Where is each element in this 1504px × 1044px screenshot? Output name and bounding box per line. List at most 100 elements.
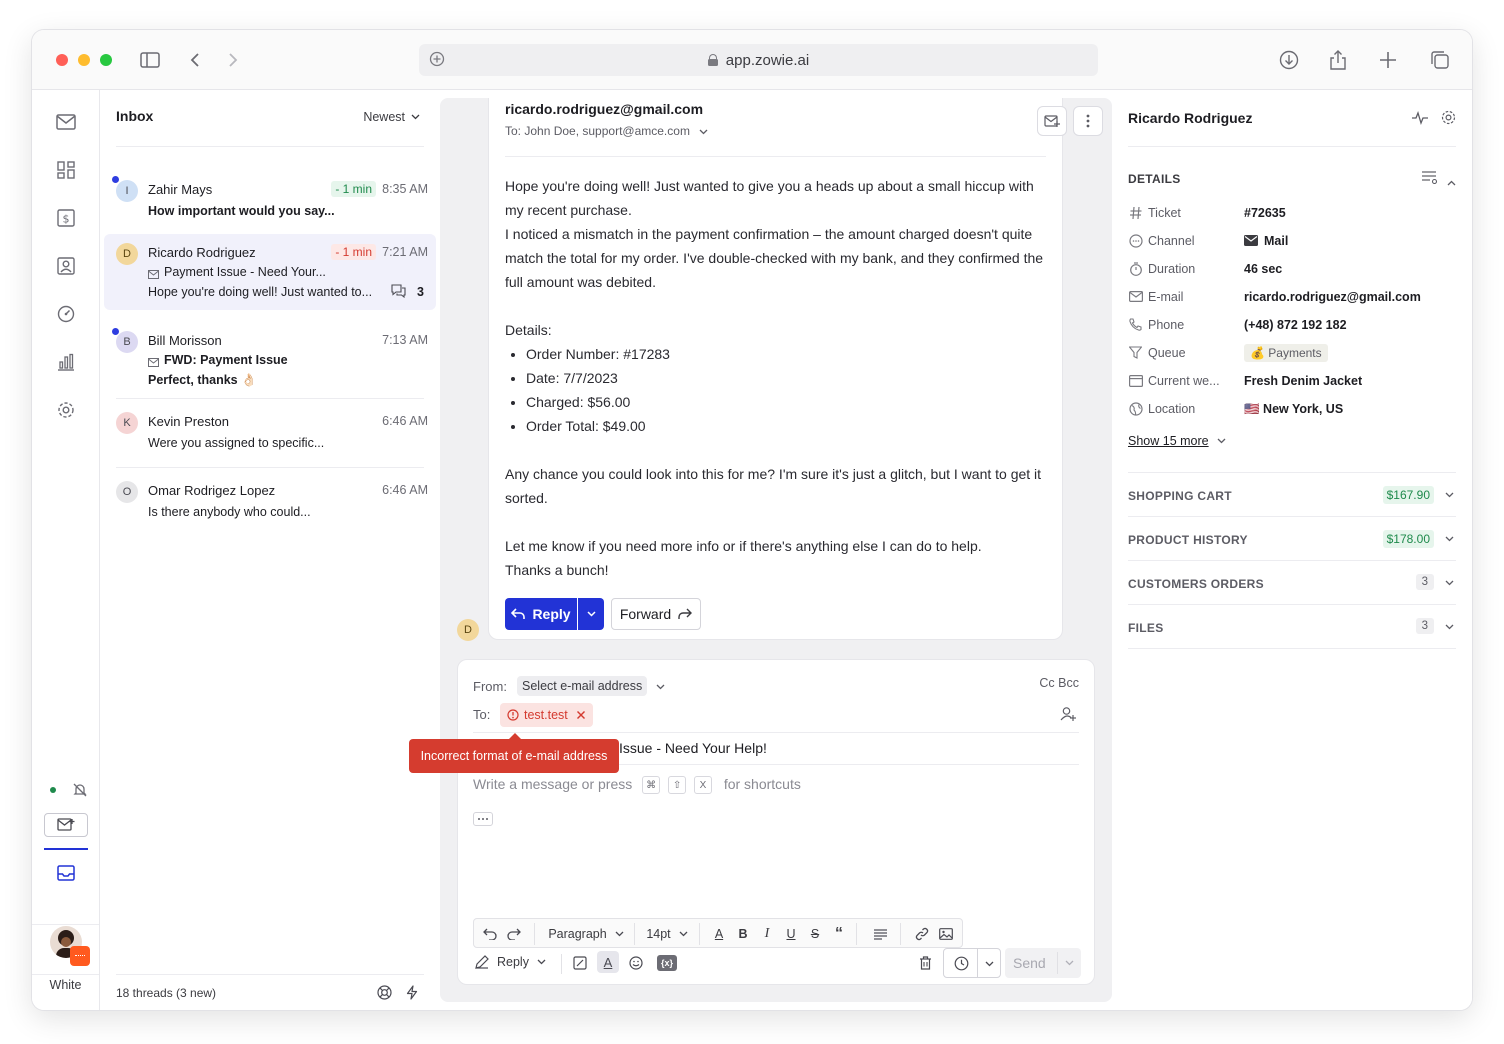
settings-icon[interactable] xyxy=(54,398,78,422)
schedule-send-button[interactable] xyxy=(943,948,1001,978)
email-paragraph: Thanks a bunch! xyxy=(505,562,609,578)
billing-icon[interactable]: $ xyxy=(54,206,78,230)
highlight-icon[interactable]: A xyxy=(597,951,619,973)
underline-icon[interactable]: U xyxy=(781,923,801,945)
count-badge: 3 xyxy=(1415,618,1434,634)
redo-icon[interactable] xyxy=(504,923,524,945)
support-icon[interactable] xyxy=(377,985,392,1003)
address-bar[interactable]: app.zowie.ai xyxy=(419,44,1098,76)
thread-item-bill-morisson[interactable]: B Bill Morisson 7:13 AM FWD: Payment Iss… xyxy=(104,318,436,394)
text-color-icon[interactable]: A xyxy=(709,923,729,945)
activity-icon[interactable] xyxy=(1412,111,1428,128)
error-tooltip: Incorrect format of e-mail address xyxy=(409,733,619,773)
cc-bcc-toggle[interactable]: Cc Bcc xyxy=(1039,676,1079,690)
accordion-product-history[interactable]: PRODUCT HISTORY $178.00 xyxy=(1128,516,1456,560)
reply-button[interactable]: Reply xyxy=(505,598,577,630)
thread-preview: How important would you say... xyxy=(148,204,335,218)
thread-item-omar-rodrigez-lopez[interactable]: O Omar Rodrigez Lopez 6:46 AM Is there a… xyxy=(104,471,436,531)
paragraph-style-select[interactable]: Paragraph xyxy=(544,923,628,945)
sort-dropdown[interactable]: Newest xyxy=(363,110,420,124)
new-email-button[interactable] xyxy=(1037,106,1067,136)
expand-quoted-button[interactable] xyxy=(473,812,493,826)
chevron-down-icon[interactable] xyxy=(656,684,665,690)
hash-icon xyxy=(1128,205,1143,220)
thread-subject: Payment Issue - Need Your... xyxy=(164,265,326,279)
gear-icon[interactable] xyxy=(1441,110,1456,128)
accordion-files[interactable]: FILES 3 xyxy=(1128,604,1456,648)
show-more-link[interactable]: Show 15 more xyxy=(1128,434,1226,448)
paragraph-label: Paragraph xyxy=(548,927,607,941)
detail-row-ticket: Ticket #72635 xyxy=(1128,204,1456,224)
sidebar-toggle-icon[interactable] xyxy=(138,48,162,72)
detail-key: Location xyxy=(1148,402,1196,416)
customize-fields-icon[interactable] xyxy=(1422,171,1438,187)
image-icon[interactable] xyxy=(936,923,956,945)
close-window-button[interactable] xyxy=(56,54,68,66)
thread-preview: Were you assigned to specific... xyxy=(148,436,325,450)
customer-details-panel: Ricardo Rodriguez DETAILS Ticket #72635 … xyxy=(1112,90,1472,1010)
accordion-shopping-cart[interactable]: SHOPPING CART $167.90 xyxy=(1128,472,1456,516)
subject-field[interactable]: Issue - Need Your Help! xyxy=(619,740,767,756)
compose-mail-icon xyxy=(57,818,75,831)
reply-options-button[interactable] xyxy=(578,598,604,630)
new-tab-circle-icon[interactable] xyxy=(429,51,445,71)
inbox-icon[interactable] xyxy=(54,861,78,885)
shortcut-key: ⇧ xyxy=(668,776,687,795)
mail-icon[interactable] xyxy=(54,110,78,134)
thread-item-kevin-preston[interactable]: K Kevin Preston 6:46 AM Were you assigne… xyxy=(104,402,436,462)
detail-value[interactable]: (+48) 872 192 182 xyxy=(1244,318,1347,332)
chevron-down-icon xyxy=(1445,580,1454,586)
quote-icon[interactable]: “ xyxy=(829,923,849,945)
emoji-icon[interactable] xyxy=(629,956,643,973)
forward-nav-icon[interactable] xyxy=(221,48,245,72)
list-item: Date: 7/7/2023 xyxy=(526,366,1045,390)
remove-recipient-icon[interactable] xyxy=(576,710,586,720)
message-editor[interactable]: Write a message or press ⌘ ⇧ X for short… xyxy=(473,776,801,795)
from-select[interactable]: Select e-mail address xyxy=(517,676,648,696)
notifications-off-icon[interactable] xyxy=(68,778,92,802)
align-icon[interactable] xyxy=(870,923,890,945)
accordion-customers-orders[interactable]: CUSTOMERS ORDERS 3 xyxy=(1128,560,1456,604)
reports-icon[interactable] xyxy=(54,350,78,374)
thread-item-zahir-mays[interactable]: I Zahir Mays - 1 min 8:35 AM How importa… xyxy=(104,164,436,224)
download-icon[interactable] xyxy=(1277,48,1301,72)
undo-icon[interactable] xyxy=(480,923,500,945)
bold-icon[interactable]: B xyxy=(733,923,753,945)
contacts-icon[interactable] xyxy=(54,254,78,278)
contact-picker-icon[interactable] xyxy=(1060,706,1076,725)
tab-overview-icon[interactable] xyxy=(1428,48,1452,72)
back-icon[interactable] xyxy=(183,48,207,72)
trash-icon[interactable] xyxy=(919,956,932,973)
share-icon[interactable] xyxy=(1326,48,1350,72)
email-recipients[interactable]: To: John Doe, support@amce.com xyxy=(505,124,708,138)
accordion-title: PRODUCT HISTORY xyxy=(1128,533,1248,547)
thread-item-ricardo-rodriguez[interactable]: D Ricardo Rodriguez - 1 min 7:21 AM Paym… xyxy=(104,234,436,310)
strikethrough-icon[interactable]: S xyxy=(805,923,825,945)
lightning-icon[interactable] xyxy=(406,985,418,1003)
compose-button[interactable] xyxy=(44,813,88,837)
composer-divider xyxy=(473,732,1079,733)
chevron-up-icon[interactable] xyxy=(1447,174,1456,189)
detail-key: Queue xyxy=(1148,346,1186,360)
thread-time: 6:46 AM xyxy=(382,414,428,428)
maximize-window-button[interactable] xyxy=(100,54,112,66)
font-size-select[interactable]: 14pt xyxy=(642,923,692,945)
forward-button[interactable]: Forward xyxy=(611,598,701,630)
analytics-gauge-icon[interactable] xyxy=(54,302,78,326)
forward-arrow-icon xyxy=(678,608,693,619)
send-button[interactable]: Send xyxy=(1005,948,1081,978)
variables-icon[interactable]: {x} xyxy=(657,955,677,971)
invalid-recipient-chip[interactable]: test.test xyxy=(500,703,593,727)
email-divider xyxy=(505,156,1046,157)
edit-note-icon[interactable] xyxy=(573,956,587,973)
reply-mode-select[interactable]: Reply xyxy=(475,955,546,969)
new-tab-icon[interactable] xyxy=(1376,48,1400,72)
detail-value[interactable]: ricardo.rodriguez@gmail.com xyxy=(1244,290,1421,304)
more-options-button[interactable] xyxy=(1073,106,1103,136)
dashboard-icon[interactable] xyxy=(54,158,78,182)
contact-avatar: B xyxy=(116,331,138,353)
chevron-down-icon xyxy=(1445,624,1454,630)
minimize-window-button[interactable] xyxy=(78,54,90,66)
link-icon[interactable] xyxy=(912,923,932,945)
italic-icon[interactable]: I xyxy=(757,923,777,945)
